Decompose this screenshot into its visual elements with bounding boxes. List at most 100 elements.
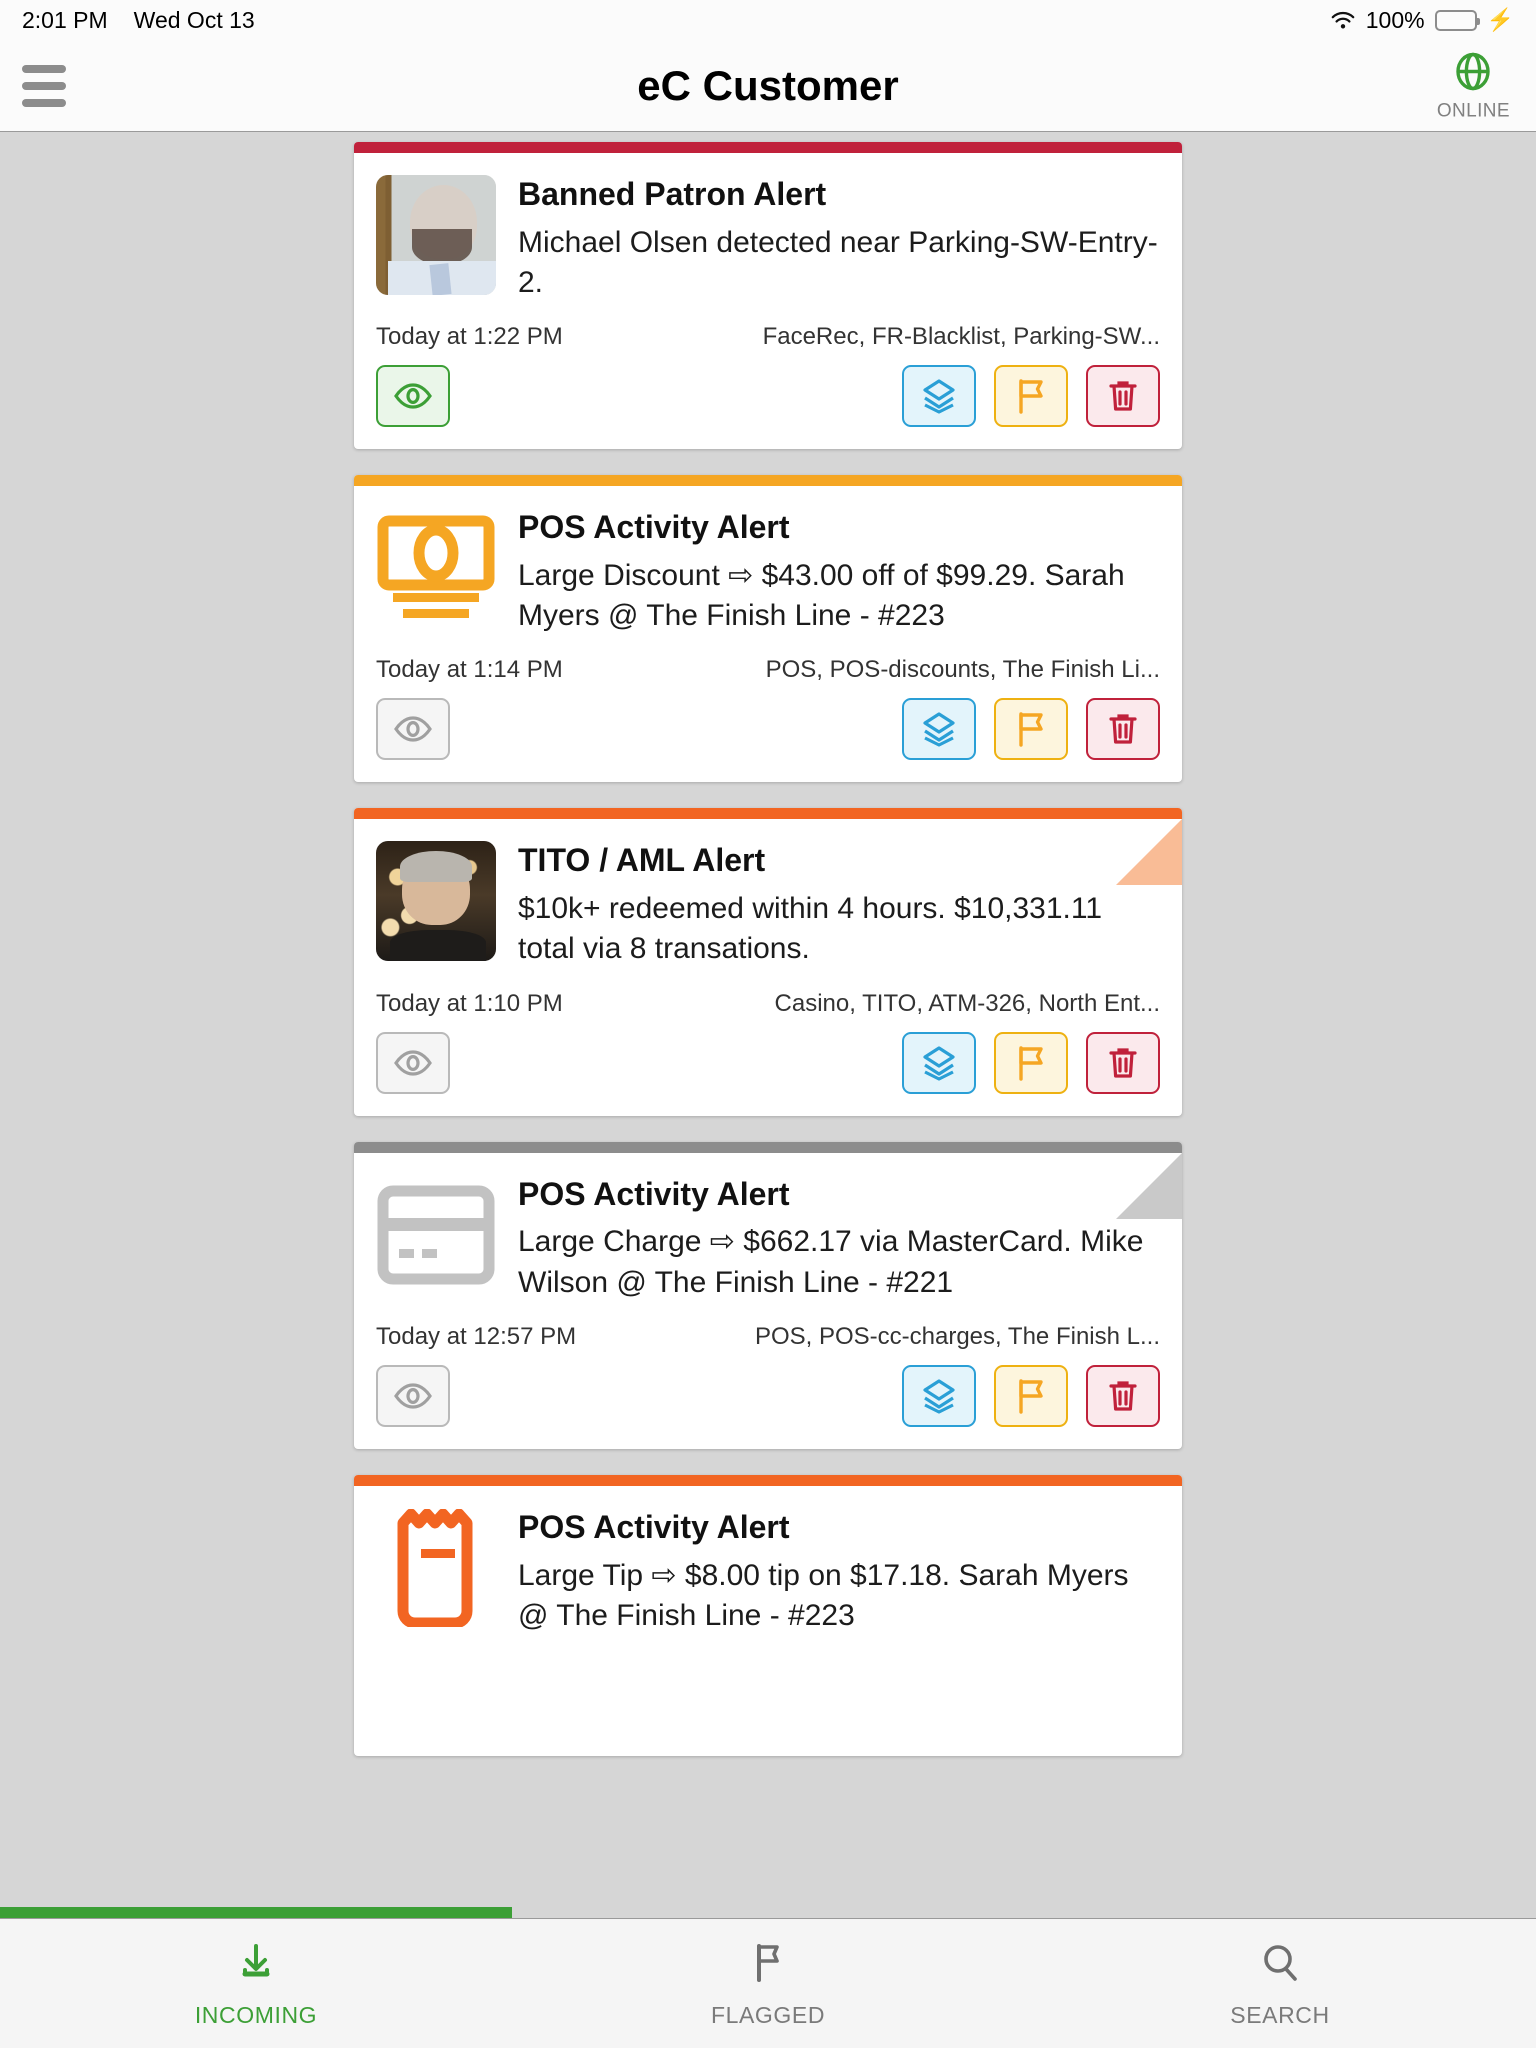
battery-full-icon <box>1434 9 1480 31</box>
card-text: POS Activity Alert Large Charge ⇨ $662.17… <box>518 1175 1160 1303</box>
alert-tags: FaceRec, FR-Blacklist, Parking-SW... <box>762 323 1160 351</box>
connection-status-label: ONLINE <box>1436 100 1510 121</box>
delete-alert-button[interactable] <box>1086 1364 1160 1427</box>
card-actions-right <box>902 1364 1160 1427</box>
patron-photo[interactable] <box>376 841 496 962</box>
alert-title: TITO / AML Alert <box>518 842 766 879</box>
card-meta: Today at 1:14 PM POS, POS-discounts, The … <box>354 636 1182 684</box>
stack-alert-button[interactable] <box>902 698 976 761</box>
status-time: 2:01 PM <box>22 6 108 33</box>
tab-incoming[interactable]: INCOMING <box>0 1919 512 2048</box>
card-actions-right <box>902 1031 1160 1094</box>
tab-flagged[interactable]: FLAGGED <box>512 1919 1024 2048</box>
alert-description: Michael Olsen detected near Parking-SW-E… <box>518 225 1158 300</box>
card-severity-bar <box>354 475 1182 487</box>
patron-photo[interactable] <box>376 175 496 295</box>
card-text: POS Activity Alert Large Tip ⇨ $8.00 tip … <box>518 1508 1160 1636</box>
card-actions <box>354 351 1182 449</box>
alert-tags: POS, POS-cc-charges, The Finish L... <box>754 1322 1160 1350</box>
card-actions <box>354 684 1182 782</box>
download-arrow-icon <box>233 1939 279 1990</box>
card-body: POS Activity Alert Large Tip ⇨ $8.00 tip … <box>354 1486 1182 1636</box>
lightning-bolt-icon: ⚡ <box>1486 7 1514 32</box>
active-tab-indicator <box>0 1907 512 1918</box>
tab-incoming-label: INCOMING <box>194 2001 318 2028</box>
tab-flagged-label: FLAGGED <box>710 2001 826 2028</box>
alert-title: POS Activity Alert <box>518 509 790 546</box>
flag-alert-button[interactable] <box>994 365 1068 428</box>
card-corner-fold <box>1116 819 1182 886</box>
receipt-icon <box>376 1508 496 1628</box>
alert-timestamp: Today at 1:10 PM <box>376 989 563 1017</box>
card-severity-bar <box>354 808 1182 820</box>
alert-description: Large Charge ⇨ $662.17 via MasterCard. M… <box>518 1225 1144 1299</box>
stack-alert-button[interactable] <box>902 1031 976 1094</box>
alert-description: $10k+ redeemed within 4 hours. $10,331.1… <box>518 892 1103 966</box>
card-body: POS Activity Alert Large Discount ⇨ $43.0… <box>354 486 1182 636</box>
alert-timestamp: Today at 12:57 PM <box>376 1322 577 1350</box>
tab-search[interactable]: SEARCH <box>1024 1919 1536 2048</box>
card-actions <box>354 1018 1182 1116</box>
connection-status-button[interactable]: ONLINE <box>1437 49 1510 122</box>
flag-alert-button[interactable] <box>994 1031 1068 1094</box>
view-alert-button[interactable] <box>376 1364 450 1427</box>
status-bar-left: 2:01 PM Wed Oct 13 <box>22 7 255 34</box>
magnifier-icon <box>1257 1939 1303 1990</box>
card-corner-fold <box>1116 1152 1182 1219</box>
credit-card-icon <box>376 1175 496 1295</box>
flag-alert-button[interactable] <box>994 698 1068 761</box>
alert-card[interactable]: POS Activity Alert Large Charge ⇨ $662.17… <box>354 1141 1182 1449</box>
card-text: Banned Patron Alert Michael Olsen detecte… <box>518 175 1160 303</box>
alert-title: POS Activity Alert <box>518 1175 790 1212</box>
status-bar: 2:01 PM Wed Oct 13 100% ⚡ <box>0 0 1536 40</box>
card-text: TITO / AML Alert $10k+ redeemed within 4 … <box>518 841 1160 969</box>
card-body: Banned Patron Alert Michael Olsen detecte… <box>354 153 1182 303</box>
status-bar-right: 100% ⚡ <box>1330 7 1514 34</box>
card-body: TITO / AML Alert $10k+ redeemed within 4 … <box>354 819 1182 969</box>
status-date: Wed Oct 13 <box>133 6 255 33</box>
card-actions-right <box>902 365 1160 428</box>
alert-timestamp: Today at 1:22 PM <box>376 323 563 351</box>
battery-percent-label: 100% <box>1365 6 1425 33</box>
card-meta: Today at 1:22 PM FaceRec, FR-Blacklist, P… <box>354 303 1182 351</box>
card-severity-bar <box>354 1141 1182 1153</box>
alert-card[interactable]: TITO / AML Alert $10k+ redeemed within 4 … <box>354 808 1182 1116</box>
card-severity-bar <box>354 142 1182 153</box>
alert-title: Banned Patron Alert <box>518 176 827 212</box>
delete-alert-button[interactable] <box>1086 698 1160 761</box>
globe-icon <box>1451 49 1495 98</box>
alert-description: Large Discount ⇨ $43.00 off of $99.29. S… <box>518 559 1125 633</box>
view-alert-button[interactable] <box>376 1031 450 1094</box>
stack-alert-button[interactable] <box>902 365 976 428</box>
delete-alert-button[interactable] <box>1086 1031 1160 1094</box>
alert-card[interactable]: POS Activity Alert Large Tip ⇨ $8.00 tip … <box>354 1474 1182 1757</box>
alert-list[interactable]: Banned Patron Alert Michael Olsen detecte… <box>0 133 1536 2048</box>
flag-alert-button[interactable] <box>994 1364 1068 1427</box>
alert-description: Large Tip ⇨ $8.00 tip on $17.18. Sarah M… <box>518 1558 1129 1632</box>
alert-card[interactable]: Banned Patron Alert Michael Olsen detecte… <box>354 142 1182 450</box>
view-alert-button[interactable] <box>376 365 450 428</box>
hamburger-menu-icon[interactable] <box>22 64 66 107</box>
app-root: 2:01 PM Wed Oct 13 100% ⚡ eC Customer ON… <box>0 0 1536 2048</box>
delete-alert-button[interactable] <box>1086 365 1160 428</box>
card-actions <box>354 1351 1182 1449</box>
alert-title: POS Activity Alert <box>518 1508 790 1545</box>
nav-bar: eC Customer ONLINE <box>0 40 1536 132</box>
card-body: POS Activity Alert Large Charge ⇨ $662.17… <box>354 1153 1182 1303</box>
stack-alert-button[interactable] <box>902 1364 976 1427</box>
alert-card[interactable]: POS Activity Alert Large Discount ⇨ $43.0… <box>354 475 1182 783</box>
flag-icon <box>745 1939 791 1990</box>
alert-tags: POS, POS-discounts, The Finish Li... <box>765 656 1160 684</box>
card-actions-right <box>902 698 1160 761</box>
view-alert-button[interactable] <box>376 698 450 761</box>
card-severity-bar <box>354 1474 1182 1486</box>
tab-search-label: SEARCH <box>1230 2001 1330 2028</box>
wifi-icon <box>1330 10 1356 30</box>
page-title: eC Customer <box>637 61 899 109</box>
card-text: POS Activity Alert Large Discount ⇨ $43.0… <box>518 508 1160 636</box>
bottom-tab-bar: INCOMING FLAGGED SEARCH <box>0 1907 1536 2048</box>
money-bill-icon <box>376 508 496 628</box>
card-meta: Today at 12:57 PM POS, POS-cc-charges, Th… <box>354 1303 1182 1351</box>
alert-tags: Casino, TITO, ATM-326, North Ent... <box>774 989 1160 1017</box>
card-meta: Today at 1:10 PM Casino, TITO, ATM-326, N… <box>354 970 1182 1018</box>
